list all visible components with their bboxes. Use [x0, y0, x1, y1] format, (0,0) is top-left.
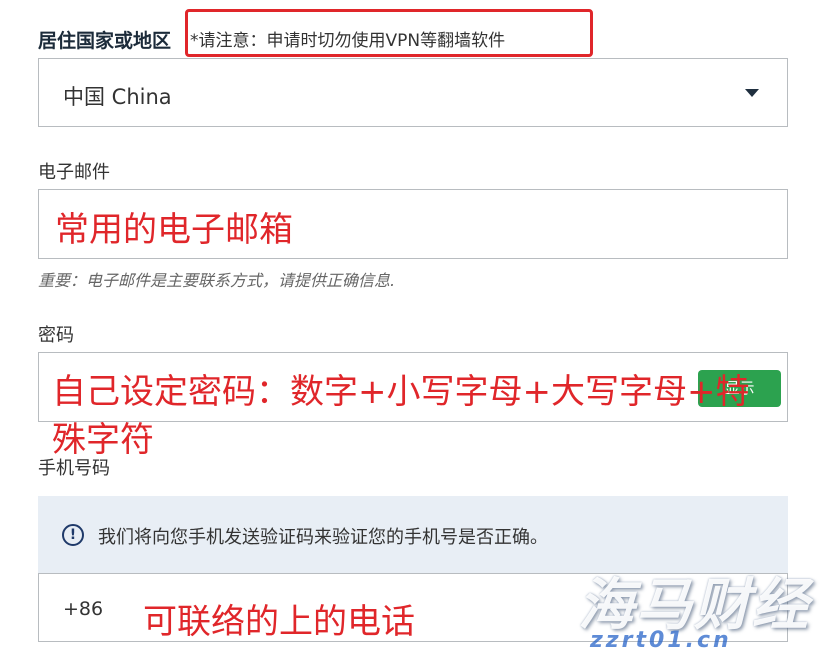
phone-annotation: 可联络的上的电话: [143, 602, 415, 642]
email-annotation: 常用的电子邮箱: [55, 210, 293, 250]
chevron-down-icon[interactable]: [745, 89, 759, 97]
country-label: 居住国家或地区: [38, 30, 172, 52]
password-label: 密码: [38, 325, 74, 346]
info-icon: !: [62, 524, 84, 546]
watermark-domain: zzrt01.cn: [590, 628, 732, 653]
country-select[interactable]: 中国 China: [38, 58, 788, 127]
phone-label: 手机号码: [38, 458, 110, 479]
phone-info-text: 我们将向您手机发送验证码来验证您的手机号是否正确。: [98, 527, 548, 548]
phone-country-code: +86: [63, 598, 104, 620]
watermark: 海马财经 zzrt01.cn: [560, 560, 820, 661]
email-hint: 重要：电子邮件是主要联系方式，请提供正确信息.: [38, 271, 396, 290]
email-label: 电子邮件: [38, 162, 110, 183]
password-annotation-line1: 自己设定密码：数字+小写字母+大写字母+特: [52, 372, 750, 412]
country-selected-value: 中国 China: [63, 85, 172, 109]
note-highlight-box: [185, 9, 593, 57]
